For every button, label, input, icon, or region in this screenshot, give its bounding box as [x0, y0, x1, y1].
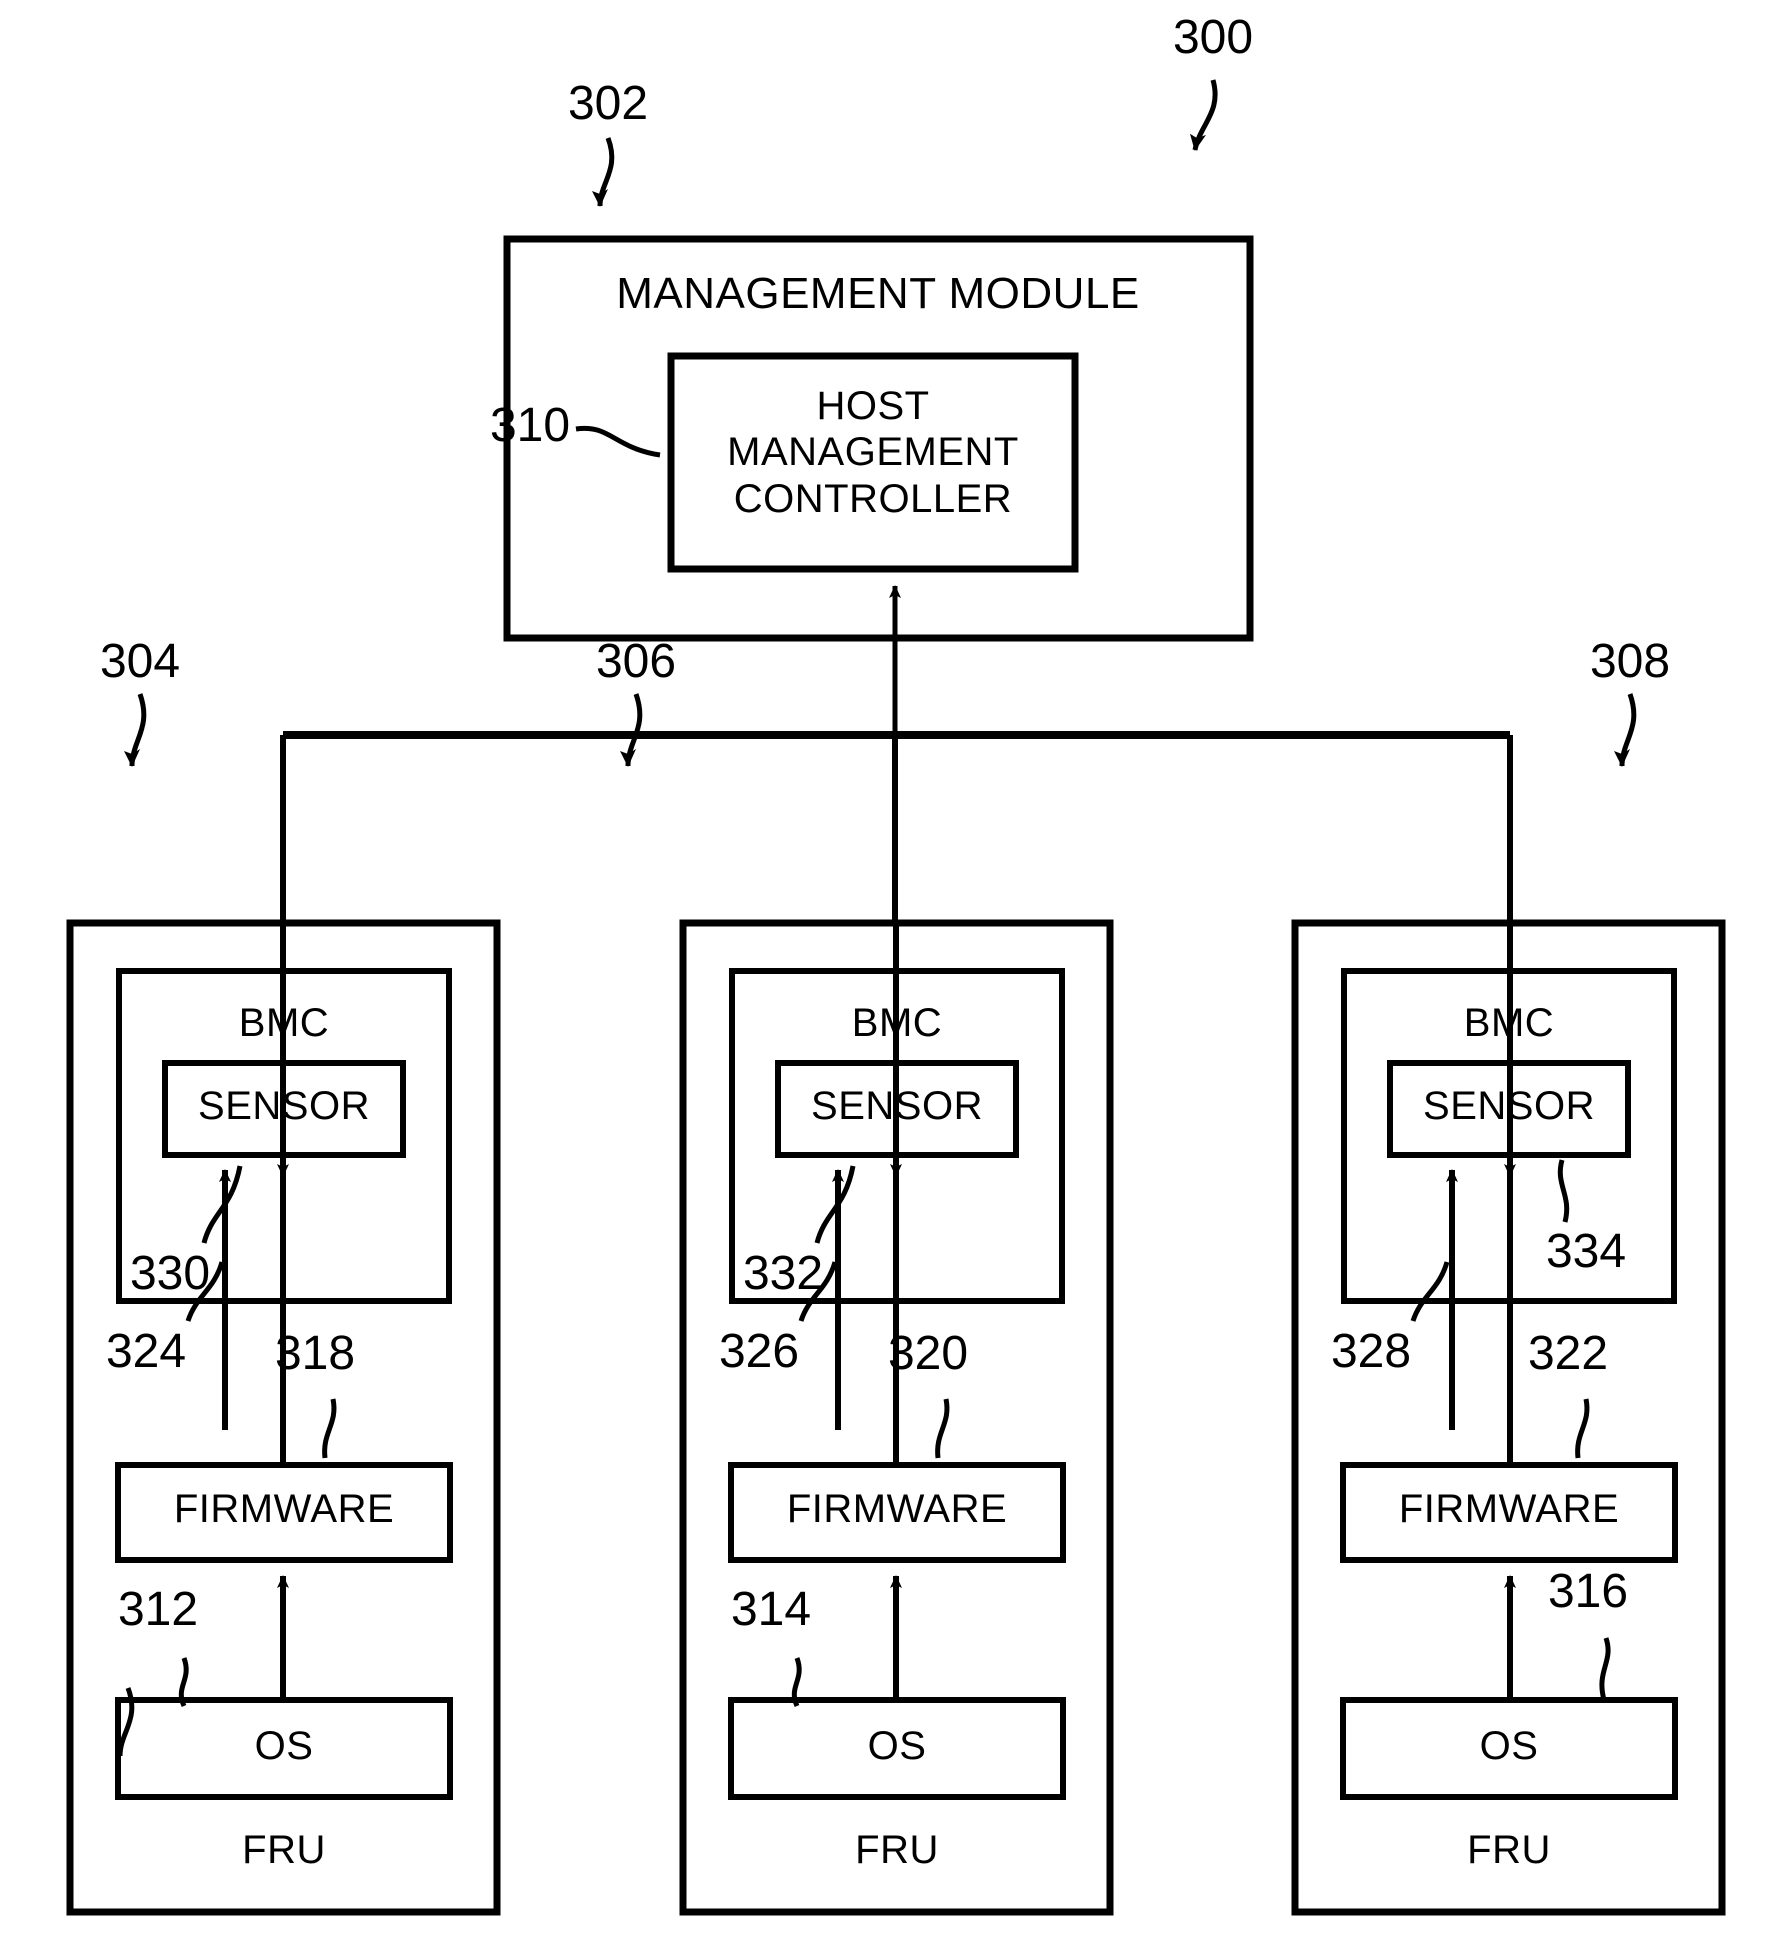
- fru-3-firmware-label: FIRMWARE: [1398, 1487, 1620, 1531]
- lead-line-308: [1614, 693, 1637, 767]
- fru-1-bmc-label: BMC: [238, 1001, 330, 1045]
- fru-3-label: FRU: [1467, 1828, 1551, 1872]
- ref-num-312: 312: [117, 1583, 199, 1636]
- ref-num-314: 314: [730, 1583, 812, 1636]
- management-module-label: MANAGEMENT MODULE: [616, 269, 1140, 318]
- patent-figure: 300 302 MANAGEMENT MODULE 310 HOST MANAG…: [0, 0, 1782, 1940]
- lead-line-310: [575, 425, 661, 458]
- figure-ref-300: 300: [1172, 11, 1254, 64]
- ref-num-316: 316: [1547, 1565, 1629, 1618]
- fru-1-os-label: OS: [254, 1724, 314, 1768]
- ref-num-308: 308: [1589, 635, 1671, 688]
- lead-line-300: [1189, 79, 1218, 151]
- hmc-label-line-1: HOST: [816, 384, 930, 428]
- lead-line-302: [592, 137, 615, 207]
- fru-3-os-label: OS: [1479, 1724, 1539, 1768]
- lead-line-306: [620, 693, 643, 767]
- ref-num-304: 304: [99, 635, 181, 688]
- fru-3-sensor-label: SENSOR: [1423, 1084, 1595, 1128]
- ref-num-320: 320: [887, 1327, 969, 1380]
- ref-num-318: 318: [274, 1327, 356, 1380]
- ref-num-328: 328: [1330, 1325, 1412, 1378]
- fru-1-label: FRU: [242, 1828, 326, 1872]
- ref-num-324: 324: [105, 1325, 187, 1378]
- ref-num-310: 310: [489, 399, 571, 452]
- fru-2-sensor-label: SENSOR: [811, 1084, 983, 1128]
- lead-line-304: [124, 693, 147, 767]
- ref-num-332: 332: [742, 1247, 824, 1300]
- fru-2-label: FRU: [855, 1828, 939, 1872]
- host-management-controller-label: HOST MANAGEMENT CONTROLLER: [673, 383, 1073, 522]
- ref-num-330: 330: [129, 1247, 211, 1300]
- ref-num-306: 306: [595, 635, 677, 688]
- horizontal-bus: [280, 731, 1513, 925]
- fru-3-bmc-label: BMC: [1463, 1001, 1555, 1045]
- hmc-label-line-3: CONTROLLER: [733, 476, 1013, 521]
- fru-2-os-label: OS: [867, 1724, 927, 1768]
- ref-num-302: 302: [567, 77, 649, 130]
- hmc-label-line-2: MANAGEMENT: [727, 430, 1019, 475]
- ref-num-322: 322: [1527, 1327, 1609, 1380]
- fru-1-firmware-label: FIRMWARE: [173, 1487, 395, 1531]
- fru-2-bmc-label: BMC: [851, 1001, 943, 1045]
- fru-2-firmware-label: FIRMWARE: [786, 1487, 1008, 1531]
- ref-num-334: 334: [1545, 1225, 1627, 1278]
- fru-1-sensor-label: SENSOR: [198, 1084, 370, 1128]
- ref-num-326: 326: [718, 1325, 800, 1378]
